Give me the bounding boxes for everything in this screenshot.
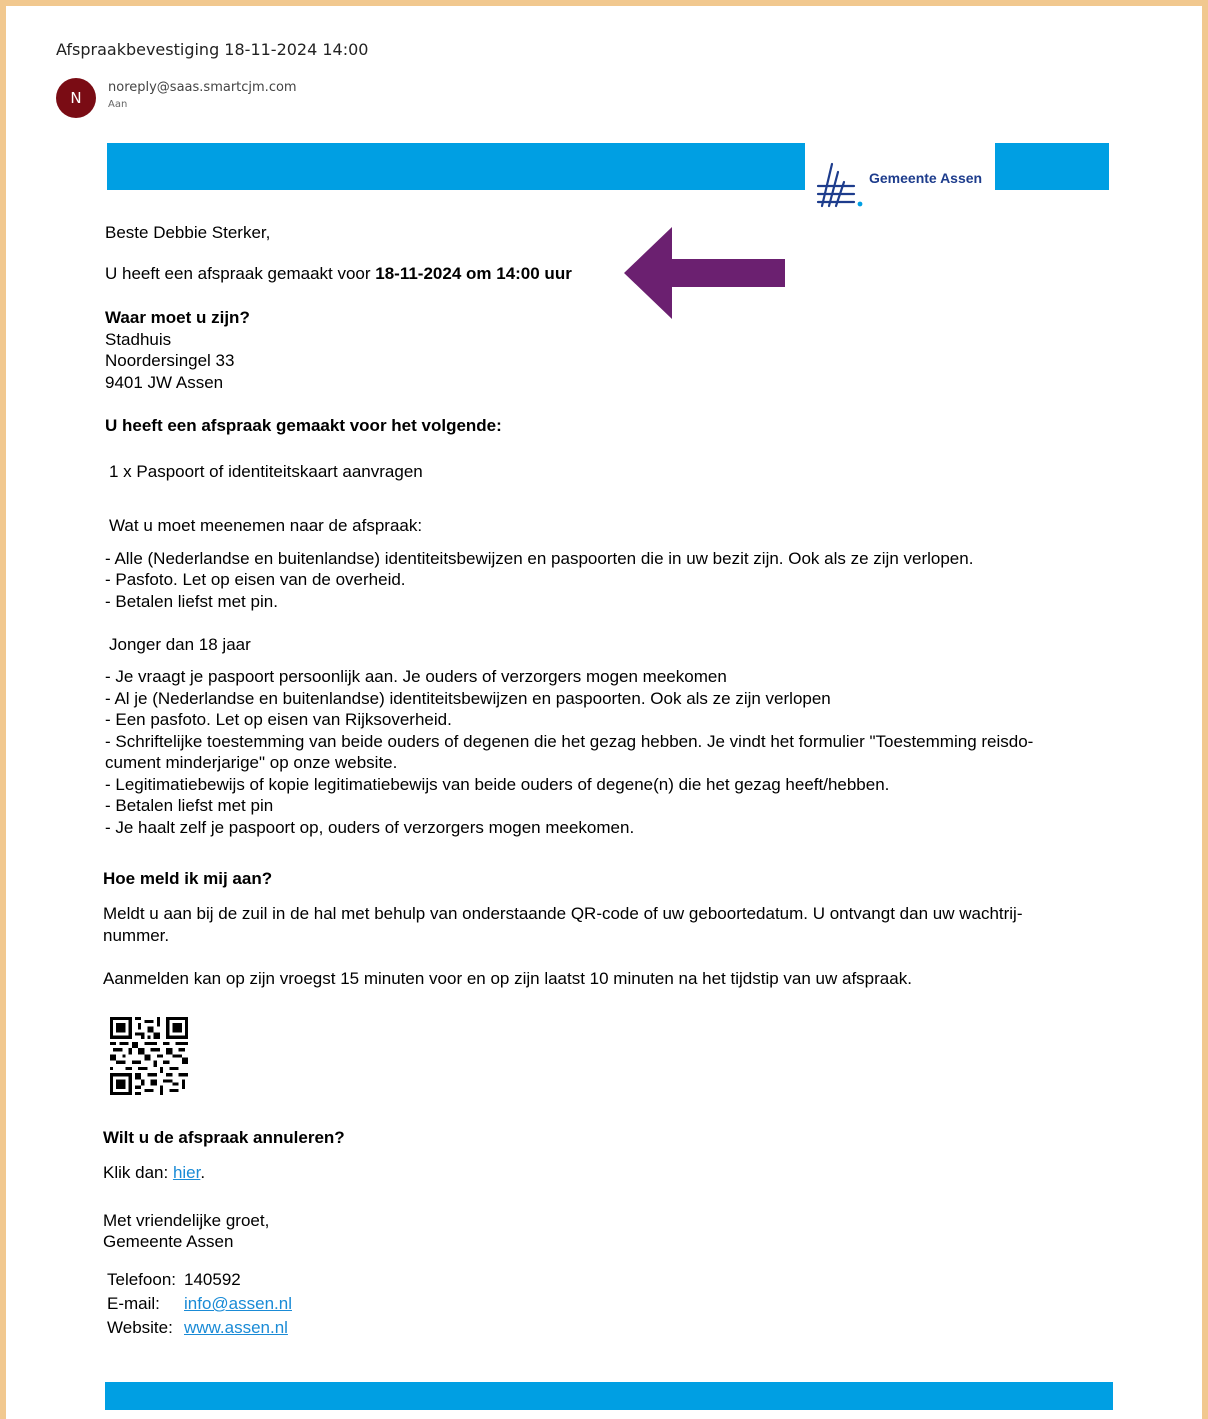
minor-item: - Betalen liefst met pin <box>105 796 274 815</box>
website-label: Website: <box>107 1318 173 1337</box>
minor-item: - Je haalt zelf je paspoort op, ouders o… <box>105 818 635 837</box>
bring-item: - Alle (Nederlandse en buitenlandse) ide… <box>105 549 974 568</box>
signature: Gemeente Assen <box>103 1232 234 1251</box>
gemeente-assen-logo: Gemeente Assen <box>810 160 990 210</box>
cancel-link[interactable]: hier <box>173 1163 200 1182</box>
logo-text: Gemeente Assen <box>869 170 983 186</box>
email-label: E-mail: <box>107 1294 160 1313</box>
website-link[interactable]: www.assen.nl <box>184 1317 288 1338</box>
phone-label: Telefoon: <box>107 1270 176 1289</box>
phone-value: 140592 <box>184 1270 241 1289</box>
sender-address[interactable]: noreply@saas.smartcjm.com <box>108 80 297 95</box>
location-line: Noordersingel 33 <box>105 351 235 370</box>
minor-item: cument minderjarige" op onze website. <box>105 753 398 772</box>
highlight-arrow-icon <box>624 227 785 319</box>
header-bar-left <box>107 143 805 190</box>
footer-bar <box>105 1382 1113 1410</box>
header-bar-right <box>995 143 1109 190</box>
bring-heading: Wat u moet meenemen naar de afspraak: <box>109 516 423 535</box>
location-heading: Waar moet u zijn? <box>105 308 250 327</box>
minor-item: - Een pasfoto. Let op eisen van Rijksove… <box>105 710 452 729</box>
cancel-line: Klik dan: hier. <box>103 1162 205 1183</box>
checkin-heading: Hoe meld ik mij aan? <box>103 869 273 888</box>
email-link[interactable]: info@assen.nl <box>184 1293 292 1314</box>
greeting: Beste Debbie Sterker, <box>105 223 271 242</box>
closing: Met vriendelijke groet, <box>103 1211 270 1230</box>
email-subject: Afspraakbevestiging 18-11-2024 14:00 <box>56 40 369 59</box>
checkin-window: Aanmelden kan op zijn vroegst 15 minuten… <box>103 969 912 988</box>
minor-item: - Schriftelijke toestemming van beide ou… <box>105 732 1034 751</box>
minor-heading: Jonger dan 18 jaar <box>109 635 251 654</box>
location-line: 9401 JW Assen <box>105 373 224 392</box>
bring-item: - Betalen liefst met pin. <box>105 592 278 611</box>
minor-item: - Al je (Nederlandse en buitenlandse) id… <box>105 689 831 708</box>
service-heading: U heeft een afspraak gemaakt voor het vo… <box>105 416 502 435</box>
appointment-prefix: U heeft een afspraak gemaakt voor <box>105 264 376 283</box>
recipient-label: Aan <box>108 99 128 110</box>
cancel-heading: Wilt u de afspraak annuleren? <box>103 1128 345 1147</box>
cancel-prefix: Klik dan: <box>103 1163 173 1182</box>
checkin-line: Meldt u aan bij de zuil in de hal met be… <box>103 904 1023 923</box>
cancel-suffix: . <box>200 1163 206 1182</box>
appointment-datetime: 18-11-2024 om 14:00 uur <box>375 264 572 283</box>
qr-code <box>110 1017 188 1095</box>
location-line: Stadhuis <box>105 330 172 349</box>
checkin-line: nummer. <box>103 926 170 945</box>
assen-logo-icon <box>816 162 863 208</box>
appointment-line: U heeft een afspraak gemaakt voor 18-11-… <box>105 263 572 284</box>
minor-item: - Je vraagt je paspoort persoonlijk aan.… <box>105 667 727 686</box>
bring-item: - Pasfoto. Let op eisen van de overheid. <box>105 570 406 589</box>
sender-avatar: N <box>56 78 96 118</box>
service-item: 1 x Paspoort of identiteitskaart aanvrag… <box>109 462 423 481</box>
minor-item: - Legitimatiebewijs of kopie legitimatie… <box>105 775 890 794</box>
